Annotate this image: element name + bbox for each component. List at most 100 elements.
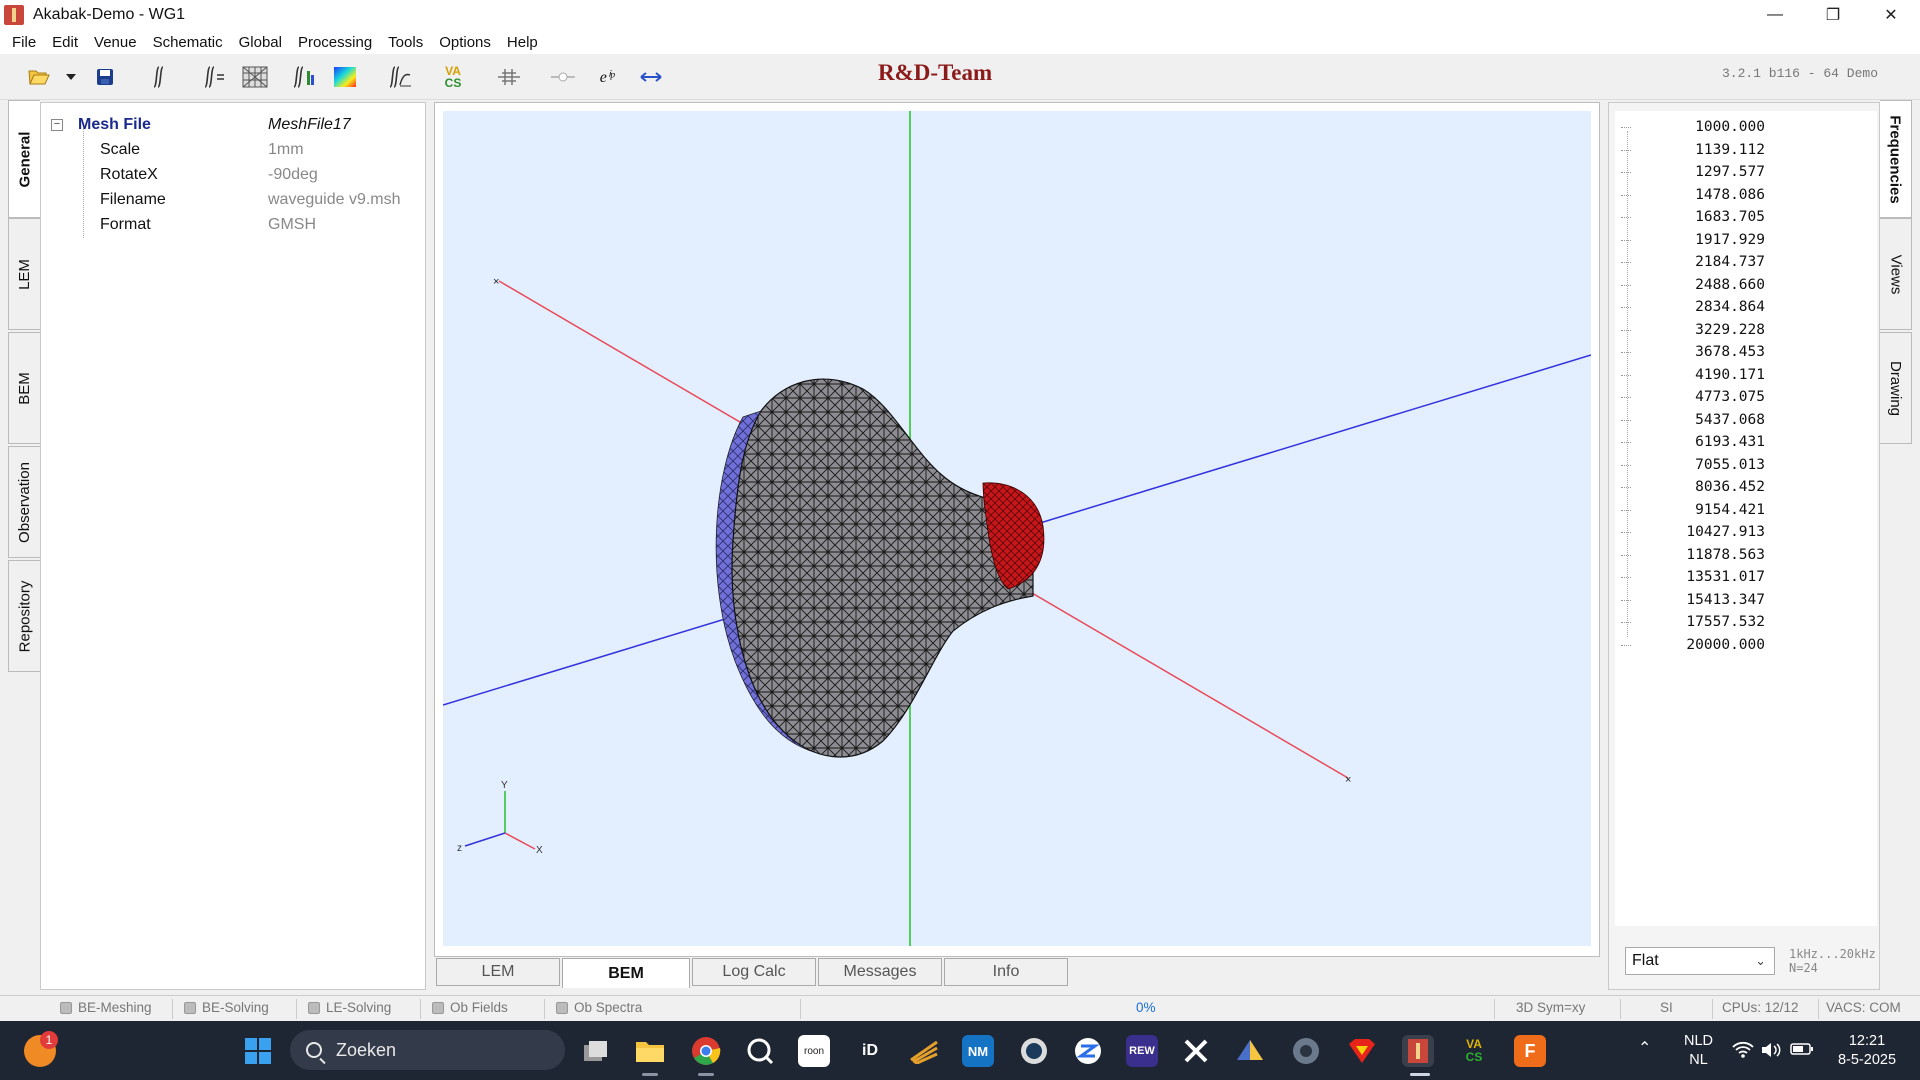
menu-options[interactable]: Options [431, 34, 499, 51]
tab-lem-bottom[interactable]: LEM [436, 958, 560, 986]
battery-icon[interactable] [1790, 1041, 1814, 1063]
nm-icon[interactable]: NM [962, 1035, 994, 1067]
frequency-item[interactable]: 2184.737 [1615, 252, 1765, 274]
frequency-value: 1139.112 [1695, 141, 1765, 158]
maximize-button[interactable]: ❐ [1804, 0, 1862, 30]
frequency-item[interactable]: 8036.452 [1615, 477, 1765, 499]
tab-observation[interactable]: Observation [8, 446, 40, 558]
tab-frequencies[interactable]: Frequencies [1880, 100, 1912, 218]
integral-bars-icon[interactable] [286, 62, 320, 92]
id-icon[interactable]: iD [854, 1035, 886, 1067]
arrow-both-icon[interactable] [634, 62, 668, 92]
frequency-item[interactable]: 11878.563 [1615, 545, 1765, 567]
minimize-button[interactable]: — [1746, 0, 1804, 30]
file-explorer-icon[interactable] [634, 1035, 666, 1067]
menu-file[interactable]: File [4, 34, 44, 51]
3d-view[interactable]: × × Y X z [443, 111, 1591, 946]
volume-icon[interactable] [1760, 1041, 1782, 1065]
language-indicator[interactable]: NLD NL [1684, 1032, 1713, 1070]
freq-mode-select[interactable]: Flat ⌄ [1625, 947, 1775, 975]
frequency-item[interactable]: 9154.421 [1615, 500, 1765, 522]
frequency-item[interactable]: 10427.913 [1615, 522, 1765, 544]
menu-tools[interactable]: Tools [380, 34, 431, 51]
vacs-icon[interactable]: VA CS [436, 62, 470, 92]
prop-row-mesh-file[interactable]: − Mesh File MeshFile17 [41, 113, 425, 137]
frequency-item[interactable]: 1683.705 [1615, 207, 1765, 229]
vacs-taskbar-icon[interactable]: VA CS [1458, 1035, 1490, 1067]
mesh-grid-icon[interactable] [238, 62, 272, 92]
prop-row-filename[interactable]: Filename waveguide v9.msh [41, 188, 425, 212]
frequency-item[interactable]: 13531.017 [1615, 567, 1765, 589]
tree-dot [1621, 329, 1631, 331]
tab-lem[interactable]: LEM [8, 218, 40, 330]
frequency-item[interactable]: 5437.068 [1615, 410, 1765, 432]
pyramid-icon[interactable] [1234, 1035, 1266, 1067]
tab-info[interactable]: Info [944, 958, 1068, 986]
frequency-item[interactable]: 1478.086 [1615, 185, 1765, 207]
save-icon[interactable] [88, 62, 122, 92]
integral-curve-icon[interactable] [382, 62, 416, 92]
taskbar-search[interactable]: Zoeken [290, 1030, 565, 1070]
sweep-icon[interactable] [908, 1035, 940, 1067]
chevron-up-icon[interactable]: ⌃ [1638, 1039, 1651, 1058]
prop-row-rotatex[interactable]: RotateX -90deg [41, 163, 425, 187]
frequency-item[interactable]: 17557.532 [1615, 612, 1765, 634]
close-button[interactable]: ✕ [1862, 0, 1920, 30]
frequency-item[interactable]: 7055.013 [1615, 455, 1765, 477]
clock[interactable]: 12:21 8-5-2025 [1832, 1032, 1902, 1070]
frequency-list[interactable]: 1000.000 1139.112 1297.577 1478.086 1683.705… [1615, 111, 1877, 926]
menu-help[interactable]: Help [499, 34, 546, 51]
speaker-icon[interactable] [1290, 1035, 1322, 1067]
zoom-icon[interactable] [1072, 1035, 1104, 1067]
frequency-item[interactable]: 2488.660 [1615, 275, 1765, 297]
menu-edit[interactable]: Edit [44, 34, 86, 51]
prop-row-scale[interactable]: Scale 1mm [41, 138, 425, 162]
fusion-icon[interactable]: F [1514, 1035, 1546, 1067]
frequency-item[interactable]: 3229.228 [1615, 320, 1765, 342]
tab-drawing[interactable]: Drawing [1880, 332, 1912, 444]
frequency-item[interactable]: 1000.000 [1615, 117, 1765, 139]
exp-icon[interactable]: eⁱᵖ [590, 62, 624, 92]
tab-general[interactable]: General [8, 100, 40, 218]
frequency-item[interactable]: 1139.112 [1615, 140, 1765, 162]
tab-log-calc[interactable]: Log Calc [692, 958, 816, 986]
frequency-item[interactable]: 20000.000 [1615, 635, 1765, 657]
superman-icon[interactable] [1346, 1035, 1378, 1067]
menu-global[interactable]: Global [231, 34, 290, 51]
frequency-item[interactable]: 2834.864 [1615, 297, 1765, 319]
frequency-item[interactable]: 1917.929 [1615, 230, 1765, 252]
circle-app-icon[interactable] [1018, 1035, 1050, 1067]
frequency-item[interactable]: 3678.453 [1615, 342, 1765, 364]
frequency-item[interactable]: 6193.431 [1615, 432, 1765, 454]
prop-row-format[interactable]: Format GMSH [41, 213, 425, 237]
frequency-item[interactable]: 4190.171 [1615, 365, 1765, 387]
node-icon[interactable] [546, 62, 580, 92]
roon-icon[interactable]: roon [798, 1035, 830, 1067]
frequency-item[interactable]: 1297.577 [1615, 162, 1765, 184]
qobuz-icon[interactable] [744, 1035, 776, 1067]
menu-venue[interactable]: Venue [86, 34, 145, 51]
tab-bem[interactable]: BEM [8, 332, 40, 444]
align-icon[interactable] [492, 62, 526, 92]
menu-processing[interactable]: Processing [290, 34, 380, 51]
chrome-icon[interactable] [690, 1035, 722, 1067]
menu-schematic[interactable]: Schematic [145, 34, 231, 51]
windows-start-icon[interactable] [242, 1035, 274, 1067]
wifi-icon[interactable] [1732, 1041, 1754, 1065]
integral-list-icon[interactable] [196, 62, 230, 92]
tab-bem-bottom[interactable]: BEM [562, 958, 690, 988]
frequency-item[interactable]: 15413.347 [1615, 590, 1765, 612]
tab-views[interactable]: Views [1880, 218, 1912, 330]
task-view-icon[interactable] [580, 1035, 612, 1067]
color-map-icon[interactable] [328, 62, 362, 92]
dropdown-arrow-icon[interactable] [56, 62, 86, 92]
frequency-item[interactable]: 4773.075 [1615, 387, 1765, 409]
akabak-icon[interactable] [1402, 1035, 1434, 1067]
collapse-icon[interactable]: − [51, 119, 63, 131]
open-folder-icon[interactable] [22, 62, 56, 92]
tab-repository[interactable]: Repository [8, 560, 40, 672]
integral-icon[interactable] [140, 62, 174, 92]
rew-icon[interactable]: REW [1126, 1035, 1158, 1067]
tab-messages[interactable]: Messages [818, 958, 942, 986]
xsim-icon[interactable] [1180, 1035, 1212, 1067]
